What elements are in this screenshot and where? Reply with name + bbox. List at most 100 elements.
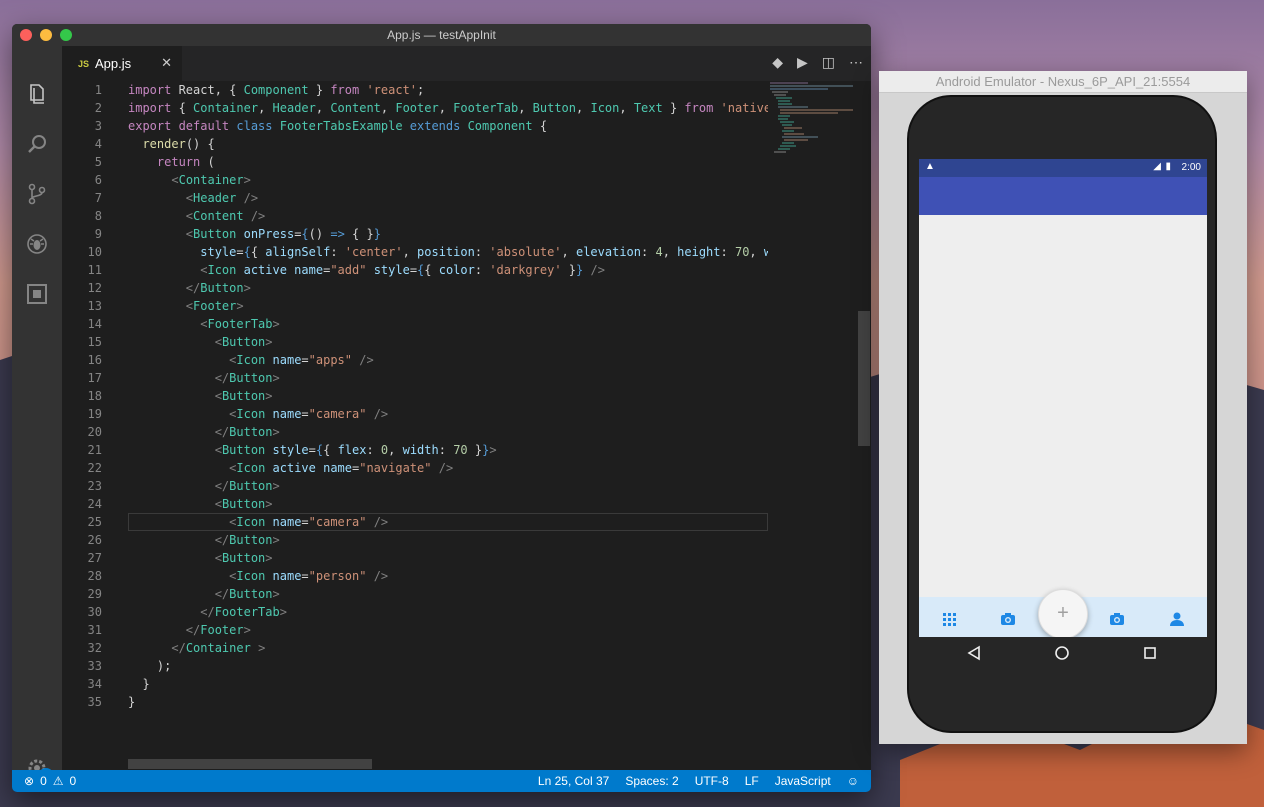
phone-screen[interactable]: ▲ ◢ ▮ 2:00 + <box>919 159 1207 637</box>
source-control-icon[interactable] <box>25 182 49 206</box>
code-line[interactable]: </Button> <box>128 423 768 441</box>
code-token: Footer <box>193 299 237 313</box>
camera-icon[interactable] <box>1000 611 1016 627</box>
line-number: 7 <box>94 191 102 205</box>
split-editor-icon[interactable]: ◫ <box>822 54 835 71</box>
code-token: < <box>214 551 222 565</box>
apps-icon[interactable] <box>941 611 957 627</box>
code-token: Component <box>467 119 533 133</box>
code-line[interactable]: <Button> <box>128 549 768 567</box>
extensions-icon[interactable] <box>25 282 49 306</box>
code-line[interactable]: <Button> <box>128 495 768 513</box>
code-line[interactable]: <Icon active name="navigate" /> <box>128 459 768 477</box>
code-line[interactable]: <Icon name="camera" /> <box>128 513 768 531</box>
error-icon: ⊗ <box>24 774 35 788</box>
debug-icon[interactable] <box>25 232 49 256</box>
camera-icon[interactable] <box>1109 611 1125 627</box>
indentation[interactable]: Spaces: 2 <box>625 774 678 788</box>
explorer-icon[interactable] <box>25 82 49 106</box>
code-token: Button <box>221 335 266 349</box>
feedback-smiley-icon[interactable]: ☺ <box>847 774 859 788</box>
code-token: Header <box>193 191 244 205</box>
code-token: = <box>301 569 309 583</box>
tab-close-icon[interactable]: ✕ <box>161 55 172 71</box>
code-line[interactable]: <Button> <box>128 387 768 405</box>
code-line[interactable]: </Button> <box>128 279 768 297</box>
run-icon[interactable]: ▶ <box>797 54 808 71</box>
code-token: { <box>424 263 439 277</box>
encoding[interactable]: UTF-8 <box>695 774 729 788</box>
code-area[interactable]: import React, { Component } from 'react'… <box>128 81 768 711</box>
code-line[interactable]: ); <box>128 657 768 675</box>
code-token: Icon <box>236 353 273 367</box>
code-editor[interactable]: 1 2 3 4 5 6 7 8 9 10 11 12 13 14 15 16 17 18 19 20 21 22 23 24 2… <box>62 81 871 770</box>
recents-icon[interactable] <box>1141 644 1159 662</box>
emulator-title: Android Emulator - Nexus_6P_API_21:5554 <box>879 71 1247 93</box>
code-line[interactable]: return ( <box>128 153 768 171</box>
code-token: < <box>214 389 222 403</box>
code-token: width <box>402 443 439 457</box>
tab-app-js[interactable]: JS App.js ✕ <box>62 46 182 81</box>
close-window-button[interactable] <box>20 29 32 41</box>
code-token: "apps" <box>308 353 360 367</box>
code-token: : <box>474 263 490 277</box>
code-line[interactable]: <Button onPress={() => { }} <box>128 225 768 243</box>
code-line[interactable]: </Button> <box>128 531 768 549</box>
code-line[interactable]: <FooterTab> <box>128 315 768 333</box>
code-line[interactable]: </FooterTab> <box>128 603 768 621</box>
code-line[interactable]: } <box>128 693 768 711</box>
vertical-scrollbar[interactable] <box>858 311 870 446</box>
code-token: Button <box>229 479 273 493</box>
code-line[interactable]: export default class FooterTabsExample e… <box>128 117 768 135</box>
code-line[interactable]: <Container> <box>128 171 768 189</box>
cursor-position[interactable]: Ln 25, Col 37 <box>538 774 609 788</box>
code-line[interactable]: <Icon name="person" /> <box>128 567 768 585</box>
minimize-window-button[interactable] <box>40 29 52 41</box>
code-line[interactable]: <Button style={{ flex: 0, width: 70 }}> <box>128 441 768 459</box>
battery-icon: ▮ <box>1165 161 1171 172</box>
code-token: 70 <box>453 443 468 457</box>
search-icon[interactable] <box>25 132 49 156</box>
code-token: > <box>243 173 251 187</box>
code-line[interactable]: </Button> <box>128 477 768 495</box>
code-line[interactable]: </Footer> <box>128 621 768 639</box>
home-icon[interactable] <box>1053 644 1071 662</box>
code-line[interactable]: <Icon name="apps" /> <box>128 351 768 369</box>
code-line[interactable]: </Button> <box>128 585 768 603</box>
person-icon[interactable] <box>1169 611 1185 627</box>
code-line[interactable]: style={{ alignSelf: 'center', position: … <box>128 243 768 261</box>
code-token: Button <box>200 281 244 295</box>
more-actions-icon[interactable]: ⋯ <box>849 54 863 71</box>
line-number: 14 <box>87 317 102 331</box>
code-line[interactable]: <Icon name="camera" /> <box>128 405 768 423</box>
code-line[interactable]: </Container > <box>128 639 768 657</box>
code-line[interactable]: <Header /> <box>128 189 768 207</box>
minimap[interactable] <box>768 81 858 161</box>
code-line[interactable]: } <box>128 675 768 693</box>
code-line[interactable]: render() { <box>128 135 768 153</box>
window-title: App.js — testAppInit <box>387 28 496 42</box>
open-changes-icon[interactable]: ◆ <box>772 54 783 71</box>
horizontal-scrollbar[interactable] <box>128 759 372 769</box>
code-token: style <box>272 443 309 457</box>
fab-add-button[interactable]: + <box>1038 589 1088 637</box>
code-line[interactable]: <Button> <box>128 333 768 351</box>
line-ending[interactable]: LF <box>745 774 759 788</box>
code-line[interactable]: <Footer> <box>128 297 768 315</box>
maximize-window-button[interactable] <box>60 29 72 41</box>
code-line[interactable]: <Content /> <box>128 207 768 225</box>
code-line[interactable]: <Icon active name="add" style={{ color: … <box>128 261 768 279</box>
code-token: Container <box>185 641 259 655</box>
language-mode[interactable]: JavaScript <box>775 774 831 788</box>
code-line[interactable]: import { Container, Header, Content, Foo… <box>128 99 768 117</box>
code-line[interactable]: </Button> <box>128 369 768 387</box>
back-icon[interactable] <box>965 644 983 662</box>
problems-indicator[interactable]: ⊗ 0 ⚠ 0 <box>24 774 76 788</box>
code-token: Button <box>229 425 273 439</box>
code-line[interactable]: import React, { Component } from 'react'… <box>128 81 768 99</box>
